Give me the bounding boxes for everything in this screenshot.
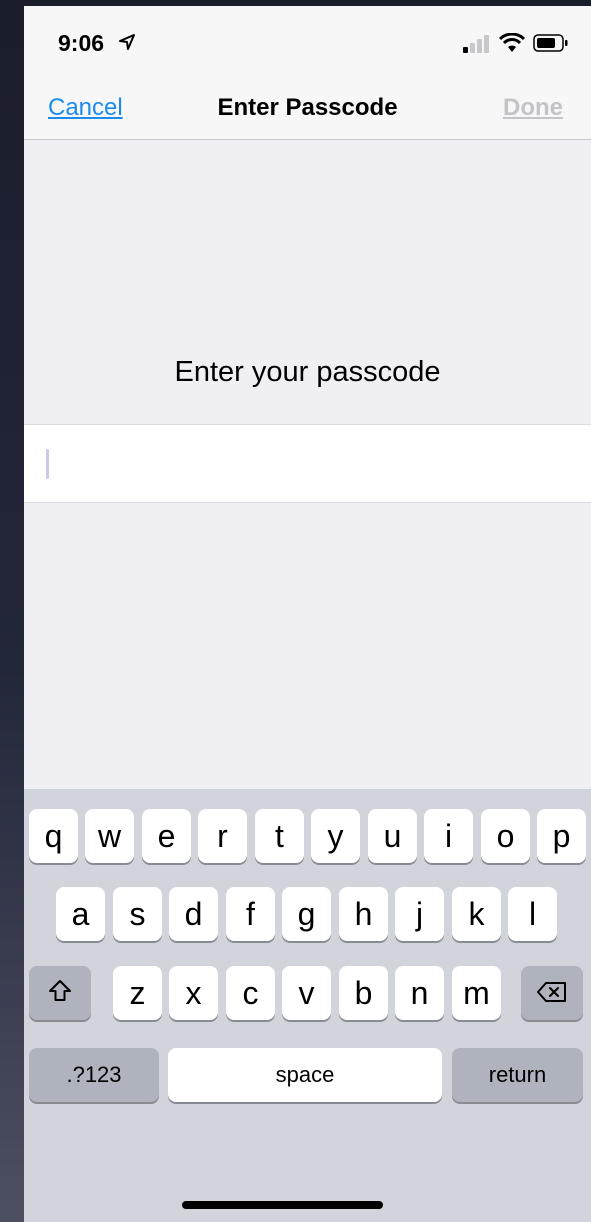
key-c[interactable]: c	[226, 966, 275, 1020]
key-w[interactable]: w	[85, 809, 134, 863]
key-k[interactable]: k	[452, 887, 501, 941]
key-m[interactable]: m	[452, 966, 501, 1020]
key-r[interactable]: r	[198, 809, 247, 863]
passcode-field-container	[24, 424, 591, 503]
keyboard: q w e r t y u i o p a s d f g h j k l z …	[24, 789, 591, 1222]
backspace-icon	[536, 975, 568, 1012]
key-o[interactable]: o	[481, 809, 530, 863]
key-s[interactable]: s	[113, 887, 162, 941]
key-l[interactable]: l	[508, 887, 557, 941]
key-n[interactable]: n	[395, 966, 444, 1020]
key-p[interactable]: p	[537, 809, 586, 863]
location-arrow-icon	[118, 33, 136, 56]
passcode-prompt: Enter your passcode	[174, 356, 441, 388]
key-q[interactable]: q	[29, 809, 78, 863]
wifi-icon	[498, 32, 526, 58]
key-u[interactable]: u	[368, 809, 417, 863]
phone-screen: 9:06 Cancel Enter Passcode Done Enter yo…	[24, 6, 591, 1222]
key-d[interactable]: d	[169, 887, 218, 941]
home-indicator[interactable]	[182, 1201, 383, 1209]
key-h[interactable]: h	[339, 887, 388, 941]
key-x[interactable]: x	[169, 966, 218, 1020]
numbers-key[interactable]: .?123	[29, 1048, 159, 1102]
key-i[interactable]: i	[424, 809, 473, 863]
space-key[interactable]: space	[168, 1048, 442, 1102]
key-b[interactable]: b	[339, 966, 388, 1020]
backspace-key[interactable]	[521, 966, 583, 1020]
key-j[interactable]: j	[395, 887, 444, 941]
signal-icon	[463, 33, 491, 58]
status-time: 9:06	[58, 30, 105, 56]
cancel-button[interactable]: Cancel	[48, 94, 123, 122]
done-button[interactable]: Done	[503, 94, 563, 122]
battery-icon	[533, 33, 569, 58]
key-f[interactable]: f	[226, 887, 275, 941]
status-icons	[463, 32, 569, 58]
passcode-input[interactable]	[46, 441, 570, 487]
key-y[interactable]: y	[311, 809, 360, 863]
key-e[interactable]: e	[142, 809, 191, 863]
key-g[interactable]: g	[282, 887, 331, 941]
shift-icon	[47, 975, 73, 1012]
key-z[interactable]: z	[113, 966, 162, 1020]
key-a[interactable]: a	[56, 887, 105, 941]
return-key[interactable]: return	[452, 1048, 583, 1102]
key-t[interactable]: t	[255, 809, 304, 863]
key-v[interactable]: v	[282, 966, 331, 1020]
shift-key[interactable]	[29, 966, 91, 1020]
navigation-bar: Cancel Enter Passcode Done	[24, 84, 591, 140]
status-bar: 9:06	[24, 6, 591, 84]
